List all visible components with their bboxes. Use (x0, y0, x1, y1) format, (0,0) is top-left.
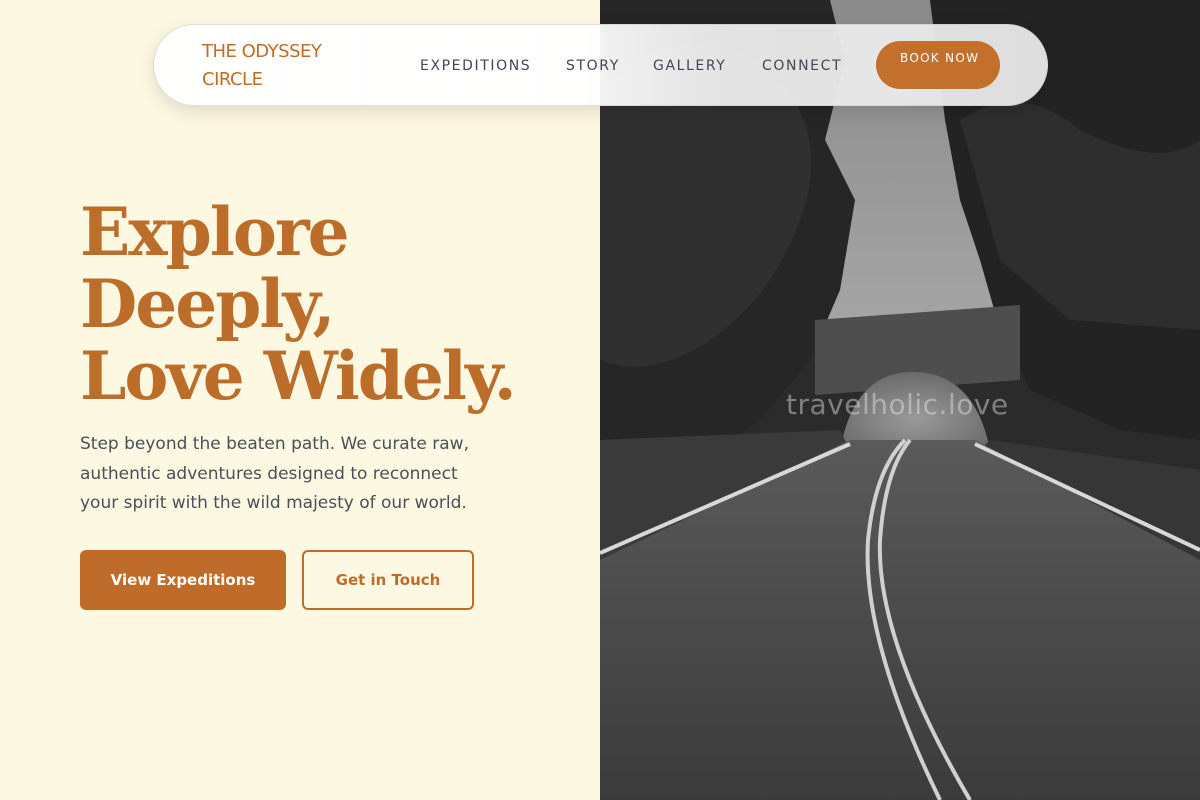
headline-line-2: Deeply, (80, 265, 335, 343)
hero-lead-text: Step beyond the beaten path. We curate r… (80, 434, 469, 513)
nav-link-connect[interactable]: CONNECT (762, 57, 842, 75)
get-in-touch-button[interactable]: Get in Touch (302, 550, 474, 610)
photo-watermark: travelholic.love (786, 388, 1009, 421)
hero-headline: Explore Deeply, Love Widely. (80, 196, 580, 412)
headline-line-1: Explore (80, 193, 350, 271)
nav-link-story[interactable]: STORY (566, 57, 620, 75)
nav-link-gallery[interactable]: GALLERY (653, 57, 726, 75)
nav-link-expeditions[interactable]: EXPEDITIONS (420, 57, 531, 75)
brand-logo[interactable]: THE ODYSSEY CIRCLE (202, 38, 362, 94)
book-now-button[interactable]: BOOK NOW (876, 41, 1000, 89)
headline-line-3: Love Widely. (80, 337, 517, 415)
view-expeditions-button[interactable]: View Expeditions (80, 550, 286, 610)
top-navbar: THE ODYSSEY CIRCLE EXPEDITIONS STORY GAL… (153, 24, 1048, 106)
